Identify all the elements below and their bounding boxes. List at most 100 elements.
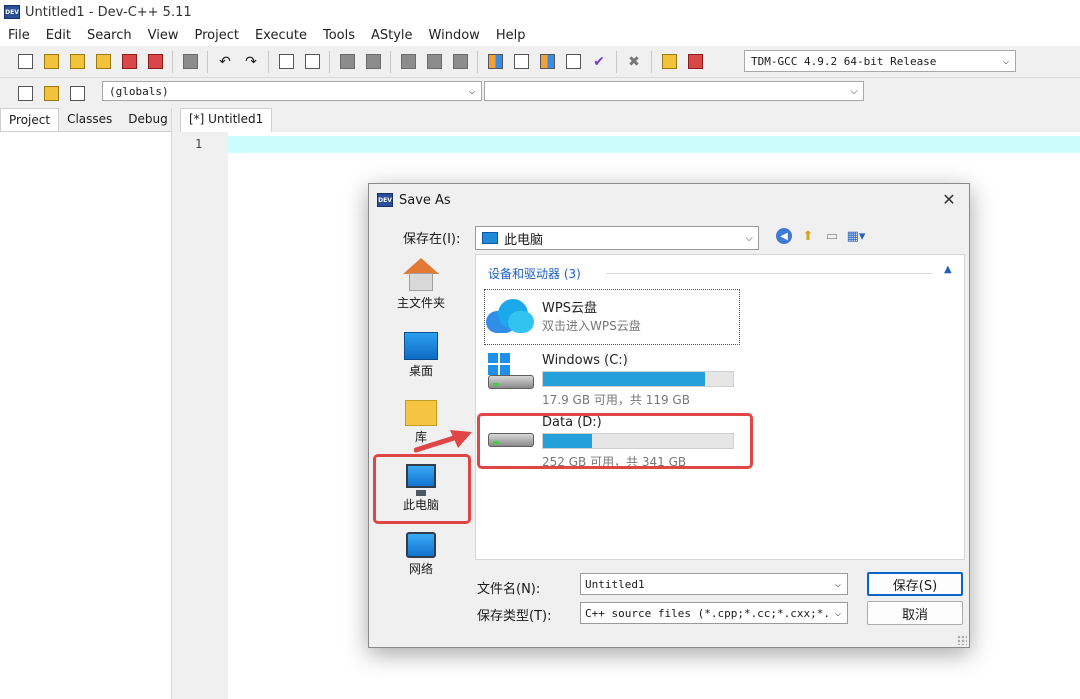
scope-select[interactable]: (globals) ⌵: [102, 81, 482, 101]
save-as-dialog: DEV Save As ✕ 保存在(I): 此电脑 ⌵ ◀ ⬆ ▭ ▦▾ 主文件…: [368, 183, 970, 648]
tab-project[interactable]: Project: [0, 108, 60, 131]
place-label: 主文件夹: [396, 296, 445, 310]
filetype-select[interactable]: C++ source files (*.cpp;*.cc;*.cxx;*.c++…: [580, 602, 848, 624]
redo-icon[interactable]: ↷: [240, 51, 262, 73]
class-browser-icon[interactable]: [66, 82, 88, 104]
rebuild-icon[interactable]: [562, 51, 584, 73]
save-in-select[interactable]: 此电脑 ⌵: [475, 226, 759, 250]
group-header: 设备和驱动器 (3): [488, 267, 581, 281]
filename-label: 文件名(N):: [477, 582, 541, 597]
home-folder-icon: [403, 258, 439, 292]
menu-bar: File Edit Search View Project Execute To…: [0, 24, 1080, 46]
filetype-label: 保存类型(T):: [477, 609, 552, 624]
place-desktop[interactable]: 桌面: [371, 332, 471, 379]
compile-icon[interactable]: [484, 51, 506, 73]
tab-untitled1[interactable]: [*] Untitled1: [180, 108, 273, 132]
syntax-check-icon[interactable]: ✔: [588, 51, 610, 73]
place-label: 桌面: [408, 364, 433, 378]
compile-run-icon[interactable]: [536, 51, 558, 73]
menu-window[interactable]: Window: [421, 28, 488, 43]
debug-bug-icon[interactable]: [684, 51, 706, 73]
save-icon[interactable]: [66, 51, 88, 73]
menu-tools[interactable]: Tools: [315, 28, 363, 43]
chevron-down-icon: ⌵: [850, 85, 858, 97]
compiler-select[interactable]: TDM-GCC 4.9.2 64-bit Release ⌵: [744, 50, 1016, 72]
stop-execution-icon[interactable]: ✖: [623, 51, 645, 73]
this-pc-icon: [482, 232, 498, 244]
unindent-icon[interactable]: [362, 51, 384, 73]
toolbar-separator: [616, 50, 617, 73]
menu-astyle[interactable]: AStyle: [363, 28, 421, 43]
window-titlebar: DEV Untitled1 - Dev-C++ 5.11: [0, 0, 1080, 24]
chevron-down-icon: ⌵: [468, 85, 476, 97]
drive-d-highlight-box: [477, 413, 753, 469]
new-folder-icon[interactable]: ▭: [823, 227, 841, 245]
places-bar: 主文件夹 桌面 库 此电脑 网络: [371, 254, 471, 584]
wps-cloud-icon: [486, 299, 534, 333]
network-icon: [406, 532, 436, 558]
chevron-down-icon: ⌵: [834, 578, 842, 590]
save-all-icon[interactable]: [92, 51, 114, 73]
print-icon[interactable]: [179, 51, 201, 73]
place-network[interactable]: 网络: [371, 532, 471, 577]
menu-help[interactable]: Help: [488, 28, 534, 43]
replace-icon[interactable]: [301, 51, 323, 73]
menu-project[interactable]: Project: [186, 28, 246, 43]
goto-icon[interactable]: [40, 82, 62, 104]
toolbar-separator: [172, 50, 173, 73]
resize-grip-icon[interactable]: [957, 635, 967, 645]
members-select[interactable]: ⌵: [484, 81, 864, 101]
tab-classes[interactable]: Classes: [59, 108, 120, 131]
menu-view[interactable]: View: [140, 28, 187, 43]
view-menu-icon[interactable]: ▦▾: [847, 227, 866, 245]
toolbar-separator: [390, 50, 391, 73]
open-file-icon[interactable]: [40, 51, 62, 73]
undo-icon[interactable]: ↶: [214, 51, 236, 73]
menu-edit[interactable]: Edit: [38, 28, 79, 43]
desktop-icon: [404, 332, 438, 360]
run-icon[interactable]: [510, 51, 532, 73]
back-icon[interactable]: ◀: [775, 227, 793, 245]
menu-execute[interactable]: Execute: [247, 28, 315, 43]
panel-tabs: Project Classes Debug: [0, 108, 171, 132]
line-number: 1: [195, 137, 203, 151]
toggle-comment-icon[interactable]: [449, 51, 471, 73]
up-folder-icon[interactable]: ⬆: [799, 227, 817, 245]
drive-c[interactable]: Windows (C:) 17.9 GB 可用，共 119 GB: [484, 351, 744, 407]
tab-debug[interactable]: Debug: [120, 108, 175, 131]
profile-chart-icon[interactable]: [658, 51, 680, 73]
devcpp-app-icon: DEV: [377, 193, 393, 207]
insert-icon[interactable]: [14, 82, 36, 104]
save-in-label: 保存在(I):: [403, 232, 461, 247]
close-file-icon[interactable]: [118, 51, 140, 73]
drive-subtitle: 17.9 GB 可用，共 119 GB: [542, 393, 690, 407]
close-icon[interactable]: ✕: [939, 190, 959, 209]
drive-name: Windows (C:): [542, 353, 628, 368]
project-panel: Project Classes Debug: [0, 108, 172, 699]
drive-wps-cloud[interactable]: WPS云盘 双击进入WPS云盘: [484, 293, 744, 343]
library-icon: [405, 400, 437, 426]
line-gutter: [178, 132, 228, 699]
toolbar-separator: [477, 50, 478, 73]
new-file-icon[interactable]: [14, 51, 36, 73]
file-list-view[interactable]: 设备和驱动器 (3) ▲ WPS云盘 双击进入WPS云盘 Windows (C:…: [475, 254, 965, 560]
cancel-button[interactable]: 取消: [867, 601, 963, 625]
dialog-title: Save As: [399, 192, 451, 208]
save-button[interactable]: 保存(S): [867, 572, 963, 596]
drive-name: WPS云盘: [542, 301, 597, 316]
bookmark-icon[interactable]: [423, 51, 445, 73]
drive-usage-fill: [543, 372, 705, 386]
chevron-down-icon: ⌵: [834, 607, 842, 619]
close-all-icon[interactable]: [144, 51, 166, 73]
collapse-caret-icon[interactable]: ▲: [944, 264, 952, 275]
place-home[interactable]: 主文件夹: [371, 258, 471, 311]
find-icon[interactable]: [275, 51, 297, 73]
this-pc-highlight-box: [373, 454, 471, 524]
indent-icon[interactable]: [336, 51, 358, 73]
goto-line-icon[interactable]: [397, 51, 419, 73]
filename-input[interactable]: Untitled1 ⌵: [580, 573, 848, 595]
menu-file[interactable]: File: [0, 28, 38, 43]
menu-search[interactable]: Search: [79, 28, 140, 43]
chevron-down-icon: ⌵: [745, 232, 753, 244]
save-in-value: 此电脑: [504, 232, 544, 248]
